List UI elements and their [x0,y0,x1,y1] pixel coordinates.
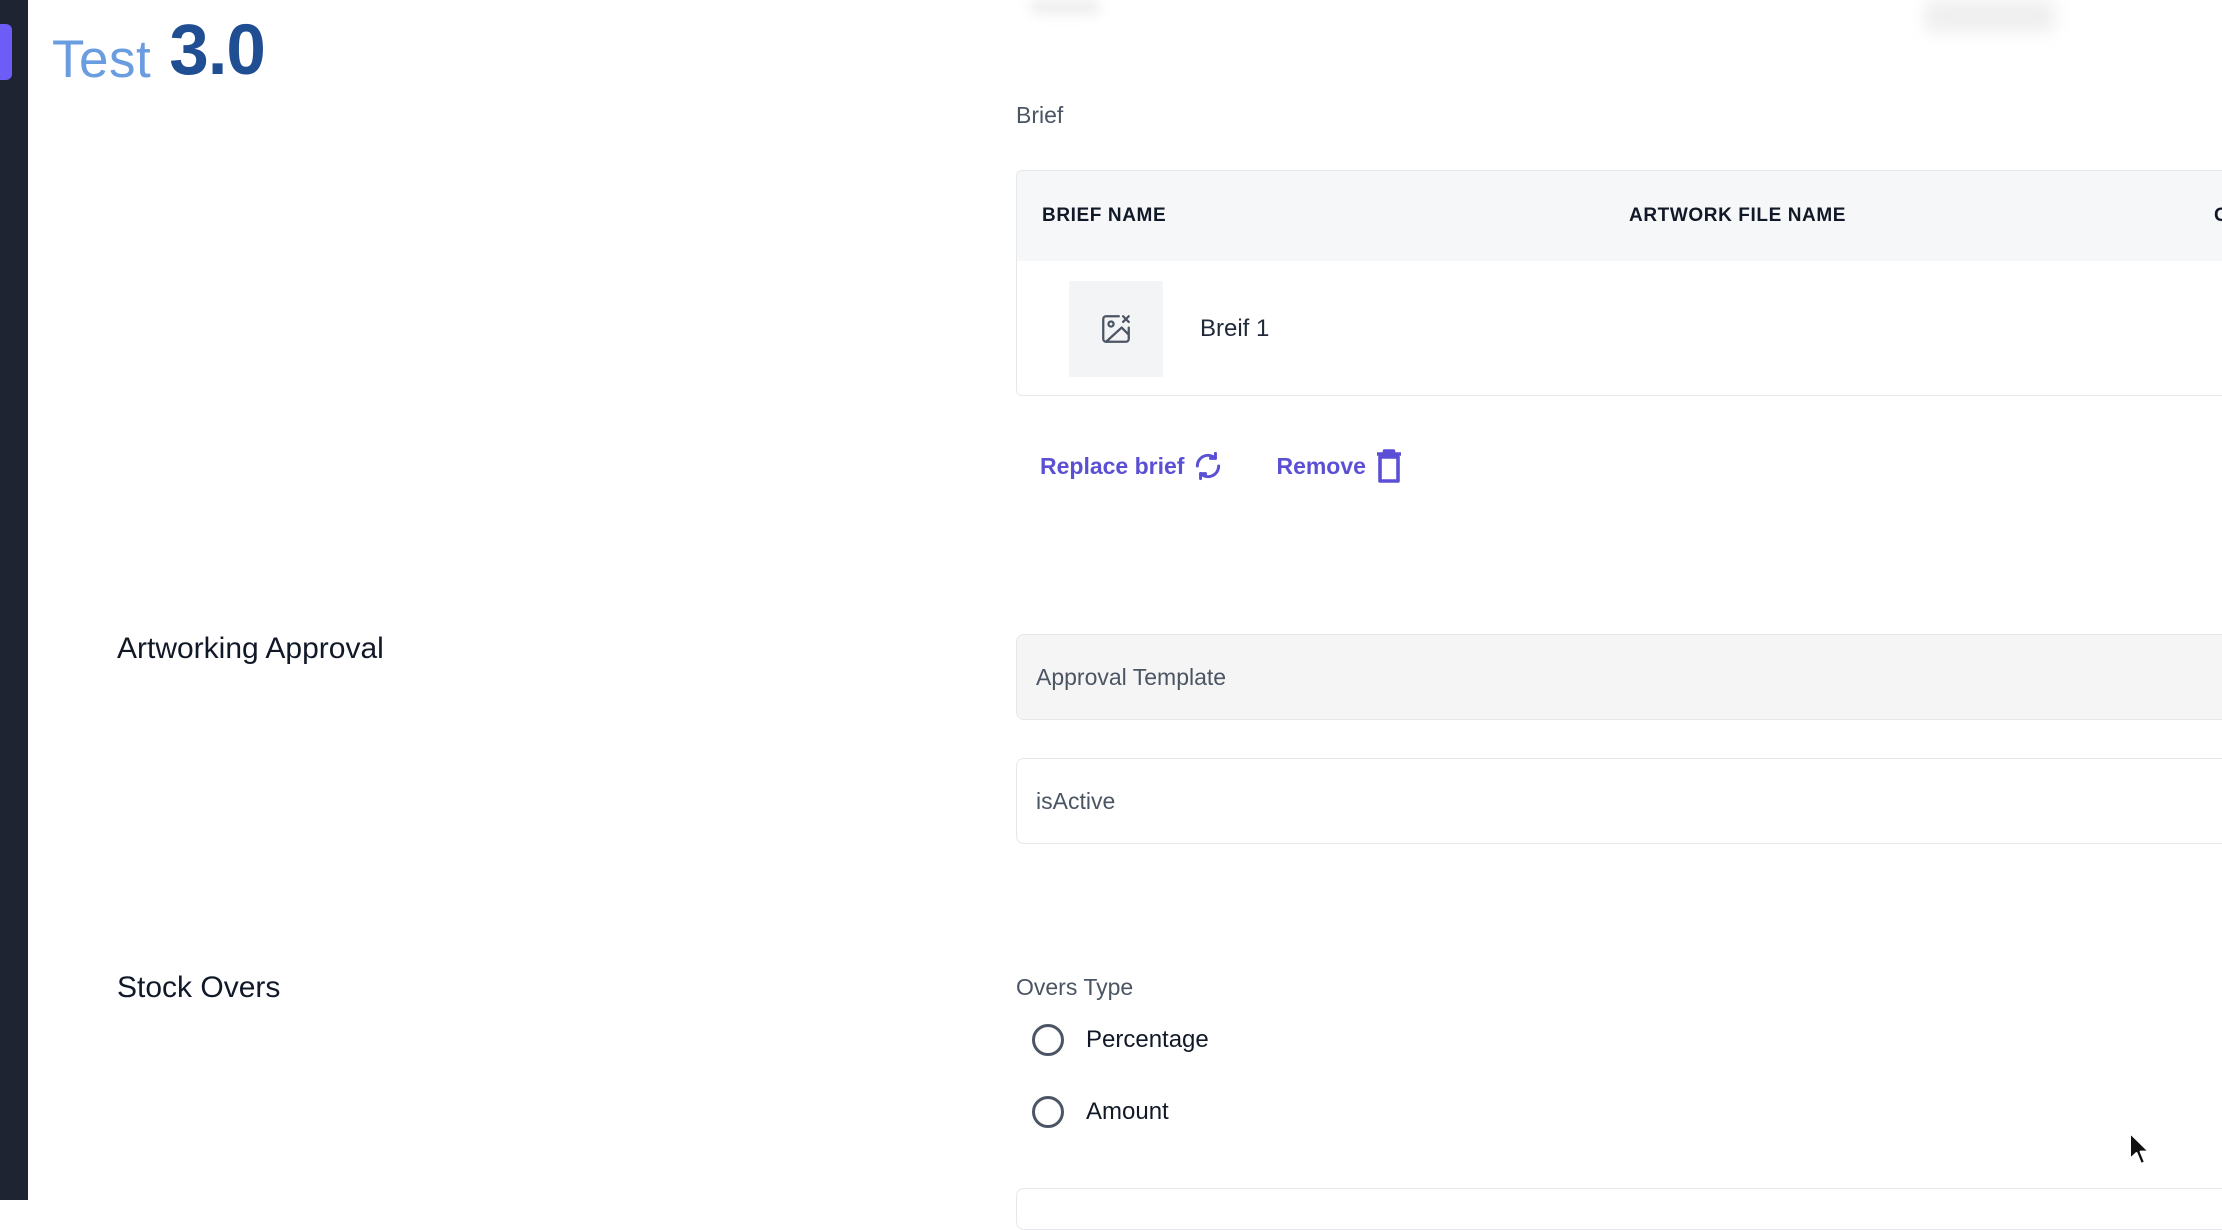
app-logo[interactable]: Test 3.0 [52,11,266,90]
artworking-approval-heading: Artworking Approval [117,632,384,665]
stock-overs-heading: Stock Overs [117,971,281,1004]
radio-percentage[interactable]: Percentage [1032,1024,1209,1056]
radio-circle[interactable] [1032,1096,1064,1128]
replace-brief-label: Replace brief [1040,452,1185,479]
radio-amount[interactable]: Amount [1032,1096,1169,1128]
remove-brief-button[interactable]: Remove [1276,448,1403,484]
offscreen-content-fragment [1030,0,1100,14]
refresh-icon [1196,451,1221,481]
sidebar-rail [0,0,28,1200]
column-header-brief-name: BRIEF NAME [1042,205,1167,226]
brief-table: BRIEF NAME ARTWORK FILE NAME C Breif 1 [1016,170,2222,396]
brief-thumbnail [1069,281,1163,377]
brief-section-label: Brief [1016,102,1064,128]
replace-brief-button[interactable]: Replace brief [1040,448,1224,484]
logo-word: Test [52,30,152,89]
is-active-label: isActive [1036,787,1116,814]
radio-percentage-label: Percentage [1086,1026,1209,1053]
approval-template-select[interactable]: Approval Template [1016,634,2222,720]
is-active-field[interactable]: isActive [1016,758,2222,844]
radio-circle[interactable] [1032,1024,1064,1056]
image-broken-icon [1102,315,1130,343]
mouse-cursor-icon [2129,1132,2150,1165]
next-field-partial[interactable] [1016,1188,2222,1230]
column-header-truncated: C [2214,205,2222,227]
table-row[interactable]: Breif 1 [1017,261,2222,395]
offscreen-content-fragment [1925,0,2055,32]
overs-type-label: Overs Type [1016,974,1134,1000]
approval-template-placeholder: Approval Template [1036,663,1227,690]
table-header: BRIEF NAME ARTWORK FILE NAME C [1017,171,2222,261]
column-header-artwork-file-name: ARTWORK FILE NAME [1629,205,1847,226]
brief-actions: Replace brief Remove [1040,448,1404,484]
brief-name-cell: Breif 1 [1200,315,1270,342]
remove-label: Remove [1276,452,1366,479]
trash-icon [1376,449,1401,483]
sidebar-active-indicator [0,24,12,80]
logo-version: 3.0 [169,11,266,90]
radio-amount-label: Amount [1086,1098,1169,1125]
